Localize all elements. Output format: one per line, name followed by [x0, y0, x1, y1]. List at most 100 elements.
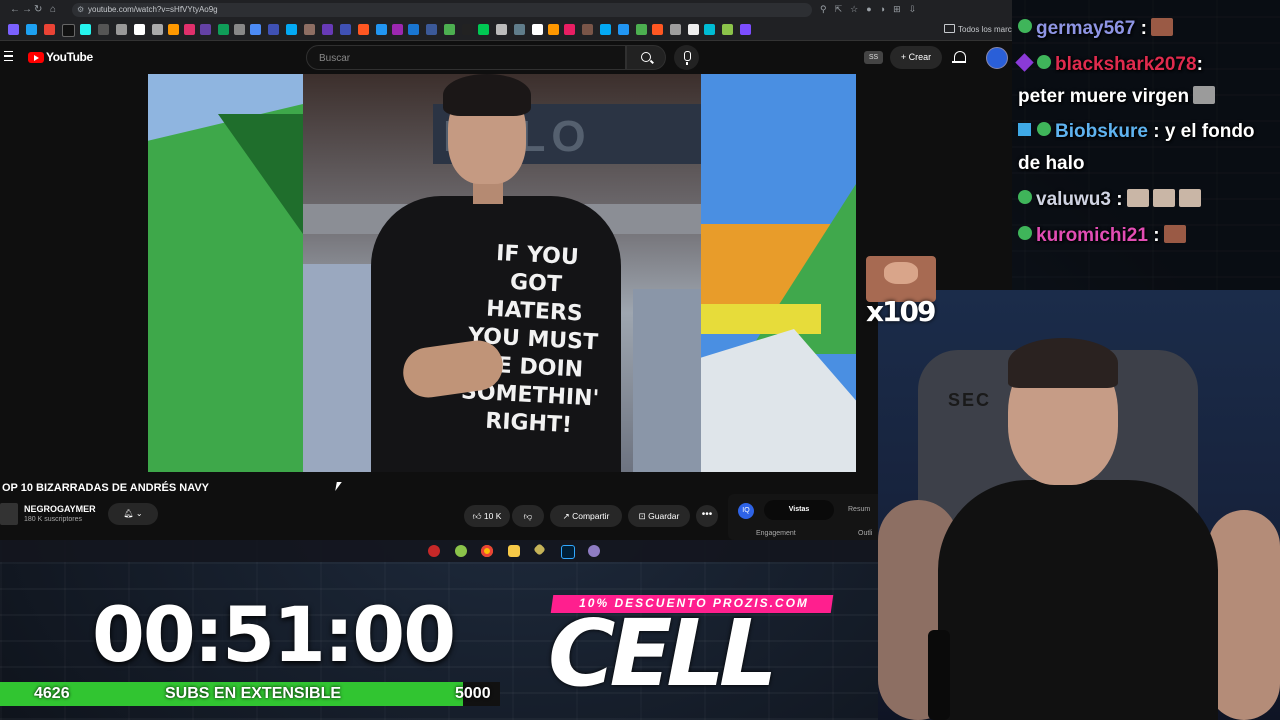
bookmark-icon[interactable] [168, 24, 179, 35]
like-button[interactable]: 👍︎ 10 K [464, 505, 510, 527]
ss-badge[interactable]: SS [864, 51, 883, 64]
tab-resumen[interactable]: Resum [848, 500, 870, 520]
bookmark-icon[interactable] [376, 24, 387, 35]
app-icon[interactable] [533, 543, 546, 556]
home-icon[interactable]: ⌂ [50, 4, 56, 15]
bookmark-icon[interactable] [532, 24, 543, 35]
bookmark-icon[interactable] [636, 24, 647, 35]
gmail-icon[interactable] [44, 24, 55, 35]
streamer-torso [938, 480, 1218, 720]
url-field[interactable]: ⚙ youtube.com/watch?v=sHfVYtyAo9g [72, 3, 812, 17]
verified-badge-icon [1018, 190, 1032, 204]
channel-avatar[interactable] [0, 503, 18, 525]
webcam-feed: SEC [878, 290, 1280, 720]
bookmark-icon[interactable] [134, 24, 145, 35]
bookmark-icon[interactable] [600, 24, 611, 35]
bookmark-icon[interactable] [564, 24, 575, 35]
chat-message: germay567 : [1018, 18, 1173, 40]
reload-icon[interactable]: ↻ [34, 4, 42, 15]
share-button[interactable]: ↗ Compartir [550, 505, 622, 527]
app-icon[interactable] [588, 545, 600, 557]
notifications-icon[interactable] [952, 51, 966, 63]
mouse-cursor-icon [335, 482, 342, 491]
more-actions-button[interactable]: ••• [696, 505, 718, 527]
app-icon[interactable] [455, 545, 467, 557]
bookmark-icon[interactable] [652, 24, 663, 35]
site-info-icon[interactable]: ⚙ [77, 3, 84, 17]
bookmark-icon[interactable] [514, 24, 525, 35]
emote-icon [1193, 86, 1216, 104]
tab-vistas[interactable]: Vistas [764, 500, 834, 520]
search-input[interactable] [317, 46, 621, 71]
bookmark-icon[interactable] [722, 24, 733, 35]
file-explorer-icon[interactable] [508, 545, 520, 557]
bookmark-icon[interactable] [8, 24, 19, 35]
menu-icon[interactable] [4, 51, 13, 61]
cube-badge-icon [1018, 123, 1031, 136]
bookmark-icon[interactable] [670, 24, 681, 35]
bookmark-icon[interactable] [496, 24, 507, 35]
search-button[interactable] [626, 45, 666, 70]
bookmark-icon[interactable] [234, 24, 245, 35]
bookmark-icon[interactable] [426, 24, 437, 35]
bookmark-icon[interactable] [116, 24, 127, 35]
forward-icon[interactable]: → [22, 4, 32, 15]
create-button[interactable]: + Crear [890, 46, 942, 69]
photoshop-icon[interactable] [561, 545, 575, 559]
chat-username: Biobskure [1055, 121, 1148, 142]
youtube-logo-icon[interactable] [28, 52, 44, 63]
bookmark-icon[interactable] [322, 24, 333, 35]
account-avatar[interactable] [986, 47, 1008, 69]
save-button[interactable]: ⊡ Guardar [628, 505, 690, 527]
chair-brand-logo: SEC [948, 390, 992, 410]
extension-icons[interactable]: ⚲⇱☆●◑⊞⇩ [820, 4, 924, 15]
video-player[interactable]: HALO IF YOU GOT HATERS YOU MUST BE DOIN … [148, 74, 856, 472]
chat-username: germay567 [1036, 18, 1136, 39]
bookmark-icon[interactable] [444, 24, 455, 35]
bookmark-icon[interactable] [392, 24, 403, 35]
video-center-frame: HALO IF YOU GOT HATERS YOU MUST BE DOIN … [303, 74, 701, 472]
bookmark-icon[interactable] [340, 24, 351, 35]
bookmark-icon[interactable] [218, 24, 229, 35]
subscription-bell-button[interactable]: 🔔︎ ⌄ [108, 503, 158, 525]
x-icon[interactable] [62, 24, 75, 37]
bookmark-icon[interactable] [26, 24, 37, 35]
bookmark-icon[interactable] [462, 24, 473, 35]
extension-logo-icon[interactable]: IQ [738, 503, 754, 519]
youtube-logo-text[interactable]: YouTube [46, 50, 93, 64]
bookmark-icon[interactable] [152, 24, 163, 35]
like-count: 10 K [483, 511, 502, 521]
chat-separator: : [1116, 189, 1123, 210]
chat-text: peter muere virgen [1018, 86, 1190, 107]
voice-search-icon[interactable] [674, 45, 699, 70]
bookmark-icon[interactable] [250, 24, 261, 35]
tiktok-icon[interactable] [80, 24, 91, 35]
emote-icon [1150, 18, 1173, 36]
bookmark-icon[interactable] [286, 24, 297, 35]
bookmark-icon[interactable] [358, 24, 369, 35]
bookmark-icon[interactable] [548, 24, 559, 35]
instagram-icon[interactable] [184, 24, 195, 35]
bookmark-icon[interactable] [688, 24, 699, 35]
bookmark-icon[interactable] [478, 24, 489, 35]
back-icon[interactable]: ← [10, 4, 20, 15]
bookmark-icon[interactable] [408, 24, 419, 35]
bookmark-icon[interactable] [98, 24, 109, 35]
bookmark-icon[interactable] [740, 24, 751, 35]
chat-username: valuwu3 [1036, 189, 1111, 210]
all-bookmarks-folder[interactable]: Todos los marcadores [944, 24, 1012, 34]
twitch-icon[interactable] [200, 24, 211, 35]
chrome-icon[interactable] [481, 545, 493, 557]
youtube-header: YouTube SS + Crear [0, 41, 1012, 74]
share-icon: ↗ [562, 511, 573, 521]
all-bookmarks-label: Todos los marcadores [958, 25, 1012, 34]
dislike-button[interactable]: 👎︎ [512, 505, 544, 527]
bookmark-icon[interactable] [304, 24, 315, 35]
share-label: Compartir [572, 511, 610, 521]
obs-icon[interactable] [428, 545, 440, 557]
channel-name[interactable]: NEGROGAYMER [24, 504, 96, 514]
bookmark-icon[interactable] [268, 24, 279, 35]
bookmark-icon[interactable] [704, 24, 715, 35]
bookmark-icon[interactable] [582, 24, 593, 35]
bookmark-icon[interactable] [618, 24, 629, 35]
